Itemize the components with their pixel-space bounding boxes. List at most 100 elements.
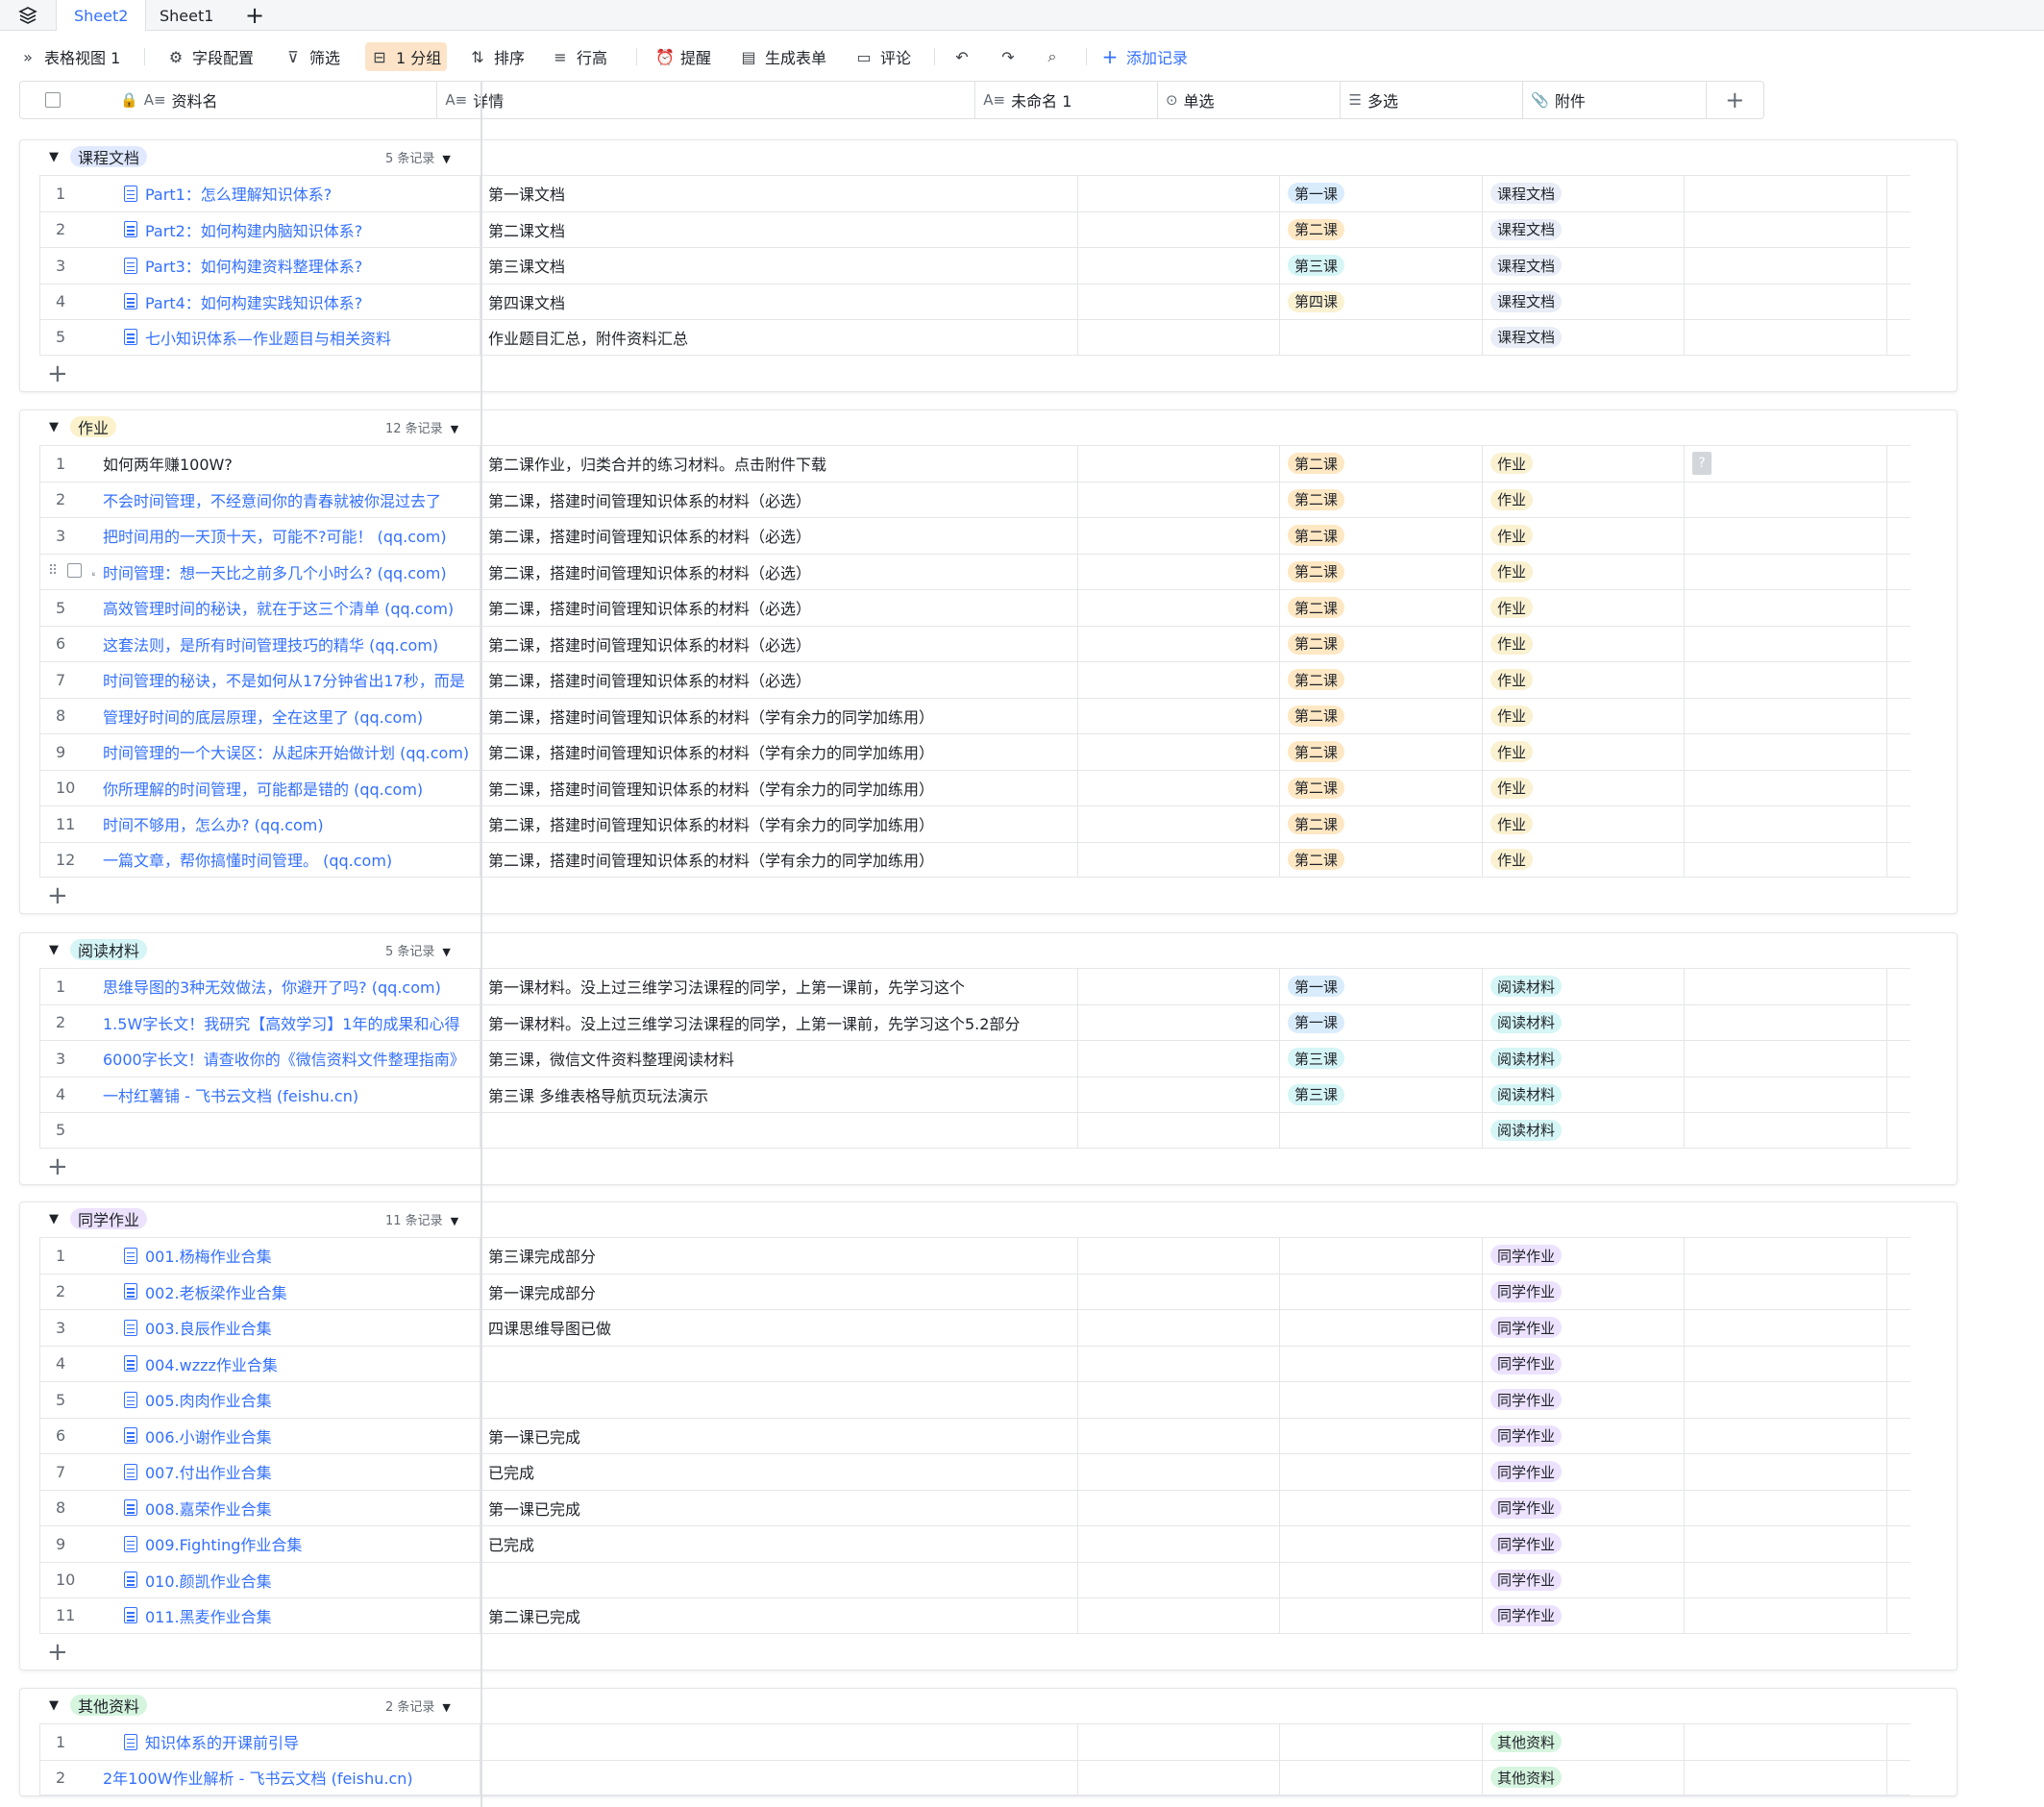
unnamed-cell[interactable]	[1078, 806, 1280, 842]
attachment-cell[interactable]	[1685, 482, 1887, 517]
detail-cell[interactable]: 第二课，搭建时间管理知识体系的材料（必选）	[480, 590, 1078, 626]
table-row[interactable]: 7 007.付出作业合集 已完成 同学作业	[39, 1453, 1910, 1490]
multi-select-cell[interactable]: 作业	[1483, 626, 1685, 661]
record-name[interactable]: 高效管理时间的秘诀，就在于这三个清单 (qq.com)	[103, 596, 454, 619]
multi-select-cell[interactable]: 作业	[1483, 662, 1685, 698]
file-attachment-icon[interactable]: ?	[1692, 452, 1712, 476]
single-select-cell[interactable]: 第三课	[1280, 248, 1483, 284]
table-row[interactable]: 8 008.嘉荣作业合集 第一课已完成 同学作业	[39, 1489, 1910, 1525]
sort-button[interactable]: ⇅ 排序	[463, 42, 530, 71]
unnamed-cell[interactable]	[1078, 320, 1280, 355]
caret-down-icon[interactable]: ▼	[49, 420, 59, 434]
table-row[interactable]: 10 010.颜凯作业合集 同学作业	[39, 1561, 1910, 1597]
unnamed-cell[interactable]	[1078, 1077, 1280, 1112]
row-number-cell[interactable]: 8	[39, 698, 95, 733]
record-name[interactable]: 不会时间管理，不经意间你的青春就被你混过去了	[103, 488, 441, 511]
attachment-cell[interactable]	[1685, 698, 1887, 733]
row-number-cell[interactable]: 9	[39, 1526, 95, 1562]
row-number-cell[interactable]: 4	[39, 1346, 95, 1381]
unnamed-cell[interactable]	[1078, 1310, 1280, 1346]
record-name[interactable]: 七小知识体系—作业题目与相关资料	[145, 326, 391, 349]
name-cell[interactable]: 003.良辰作业合集	[95, 1310, 480, 1346]
row-number-cell[interactable]: 7	[39, 1454, 95, 1490]
single-select-cell[interactable]: 第一课	[1280, 1004, 1483, 1040]
name-cell[interactable]: 009.Fighting作业合集	[95, 1526, 480, 1562]
group-record-count[interactable]: 5 条记录 ▼	[385, 148, 451, 166]
attachment-cell[interactable]	[1685, 842, 1887, 877]
redo-button[interactable]: ↷	[994, 42, 1022, 71]
row-number-cell[interactable]: 1	[39, 176, 95, 211]
attachment-cell[interactable]	[1685, 1004, 1887, 1040]
column-header-detail[interactable]: A≡ 详情	[437, 82, 976, 118]
single-select-cell[interactable]: 第二课	[1280, 698, 1483, 733]
row-number-cell[interactable]: 3	[39, 1310, 95, 1346]
unnamed-cell[interactable]	[1078, 662, 1280, 698]
record-name[interactable]: 004.wzzz作业合集	[145, 1352, 278, 1375]
row-number-cell[interactable]: 9	[39, 734, 95, 770]
attachment-cell[interactable]	[1685, 1598, 1887, 1633]
record-name[interactable]: 006.小谢作业合集	[145, 1424, 272, 1448]
record-name[interactable]: 011.黑麦作业合集	[145, 1604, 272, 1627]
unnamed-cell[interactable]	[1078, 590, 1280, 626]
table-row[interactable]: 1 Part1：怎么理解知识体系? 第一课文档 第一课 课程文档	[39, 175, 1910, 211]
single-select-cell[interactable]: 第二课	[1280, 734, 1483, 770]
single-select-cell[interactable]: 第二课	[1280, 626, 1483, 661]
unnamed-cell[interactable]	[1078, 1238, 1280, 1274]
row-number-cell[interactable]: 1	[39, 1238, 95, 1274]
add-record-button[interactable]: + 添加记录	[1096, 42, 1194, 71]
single-select-cell[interactable]: 第二课	[1280, 211, 1483, 247]
single-select-cell[interactable]	[1280, 1760, 1483, 1795]
multi-select-cell[interactable]: 课程文档	[1483, 248, 1685, 284]
row-number-cell[interactable]: 5	[39, 320, 95, 355]
drag-handle-icon[interactable]: ⠿	[48, 563, 58, 579]
single-select-cell[interactable]: 第二课	[1280, 518, 1483, 554]
find-button[interactable]: ⌕	[1038, 42, 1067, 71]
unnamed-cell[interactable]	[1078, 1418, 1280, 1453]
record-name[interactable]: 时间不够用，怎么办? (qq.com)	[103, 812, 324, 835]
name-cell[interactable]: 如何两年赚100W?	[95, 446, 480, 482]
table-row[interactable]: 12 一篇文章，帮你搞懂时间管理。 (qq.com) 第二课，搭建时间管理知识体系的…	[39, 841, 1910, 878]
name-cell[interactable]: 010.颜凯作业合集	[95, 1562, 480, 1597]
single-select-cell[interactable]	[1280, 1526, 1483, 1562]
unnamed-cell[interactable]	[1078, 969, 1280, 1004]
record-name[interactable]: 005.肉肉作业合集	[145, 1388, 272, 1411]
layers-icon[interactable]	[13, 4, 42, 27]
name-cell[interactable]: 时间管理：想一天比之前多几个小时么? (qq.com)	[95, 554, 480, 589]
expand-icon[interactable]: ⤢	[91, 563, 95, 579]
unnamed-cell[interactable]	[1078, 1113, 1280, 1148]
name-cell[interactable]: Part1：怎么理解知识体系?	[95, 176, 480, 211]
single-select-cell[interactable]: 第二课	[1280, 482, 1483, 517]
detail-cell[interactable]: 第四课文档	[480, 284, 1078, 319]
detail-cell[interactable]: 第二课，搭建时间管理知识体系的材料（学有余力的同学加练用）	[480, 842, 1078, 877]
caret-down-icon[interactable]: ▼	[49, 943, 59, 957]
unnamed-cell[interactable]	[1078, 1760, 1280, 1795]
attachment-cell[interactable]	[1685, 969, 1887, 1004]
unnamed-cell[interactable]	[1078, 1004, 1280, 1040]
detail-cell[interactable]: 第二课，搭建时间管理知识体系的材料（学有余力的同学加练用）	[480, 698, 1078, 733]
record-name[interactable]: 010.颜凯作业合集	[145, 1569, 272, 1592]
multi-select-cell[interactable]: 课程文档	[1483, 320, 1685, 355]
unnamed-cell[interactable]	[1078, 770, 1280, 805]
caret-down-icon[interactable]: ▼	[49, 150, 59, 164]
detail-cell[interactable]: 第一课已完成	[480, 1418, 1078, 1453]
name-cell[interactable]: 6000字长文！请查收你的《微信资料文件整理指南》	[95, 1041, 480, 1077]
record-name[interactable]: 1.5W字长文！我研究【高效学习】1年的成果和心得	[103, 1011, 459, 1034]
attachment-cell[interactable]	[1685, 1760, 1887, 1795]
name-cell[interactable]: 一村红薯铺 - 飞书云文档 (feishu.cn)	[95, 1077, 480, 1112]
name-cell[interactable]	[95, 1113, 480, 1148]
attachment-cell[interactable]	[1685, 770, 1887, 805]
detail-cell[interactable]: 第三课完成部分	[480, 1238, 1078, 1274]
detail-cell[interactable]: 已完成	[480, 1526, 1078, 1562]
record-name[interactable]: 6000字长文！请查收你的《微信资料文件整理指南》	[103, 1047, 465, 1070]
detail-cell[interactable]: 第三课 多维表格导航页玩法演示	[480, 1077, 1078, 1112]
multi-select-cell[interactable]: 阅读材料	[1483, 1041, 1685, 1077]
detail-cell[interactable]: 第二课，搭建时间管理知识体系的材料（学有余力的同学加练用）	[480, 770, 1078, 805]
unnamed-cell[interactable]	[1078, 284, 1280, 319]
single-select-cell[interactable]: 第一课	[1280, 969, 1483, 1004]
detail-cell[interactable]: 第三课文档	[480, 248, 1078, 284]
unnamed-cell[interactable]	[1078, 1490, 1280, 1525]
row-number-cell[interactable]: 5	[39, 590, 95, 626]
multi-select-cell[interactable]: 作业	[1483, 770, 1685, 805]
field-config-button[interactable]: ⚙ 字段配置	[161, 42, 259, 71]
detail-cell[interactable]	[480, 1346, 1078, 1381]
